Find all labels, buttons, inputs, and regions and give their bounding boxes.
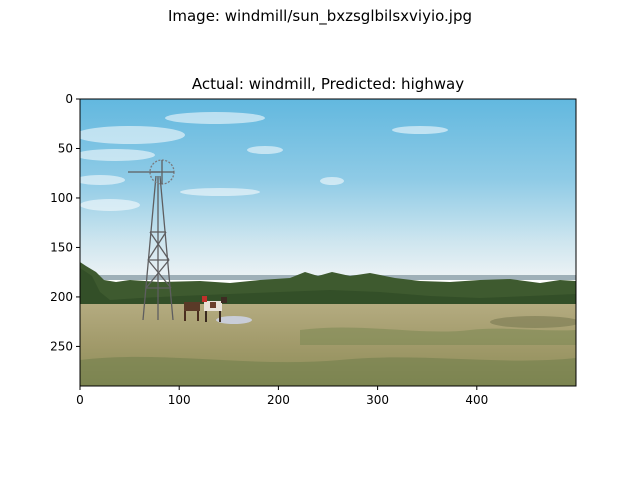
- x-tick-label: 200: [267, 393, 290, 407]
- x-tick-label: 300: [366, 393, 389, 407]
- y-tick-label: 200: [50, 290, 73, 304]
- photo: [80, 99, 576, 386]
- water-trough: [216, 316, 252, 324]
- image-axes: 0 100 200 300 400 0 50 100 150 200 250: [50, 92, 577, 407]
- y-tick-label: 100: [50, 191, 73, 205]
- x-axis: 0 100 200 300 400: [76, 386, 488, 407]
- y-tick-label: 150: [50, 240, 73, 254]
- x-tick-label: 100: [168, 393, 191, 407]
- y-tick-label: 50: [58, 141, 73, 155]
- x-tick-label: 400: [465, 393, 488, 407]
- y-tick-label: 0: [65, 92, 73, 106]
- x-tick-label: 0: [76, 393, 84, 407]
- y-tick-label: 250: [50, 339, 73, 353]
- y-axis: 0 50 100 150 200 250: [50, 92, 80, 353]
